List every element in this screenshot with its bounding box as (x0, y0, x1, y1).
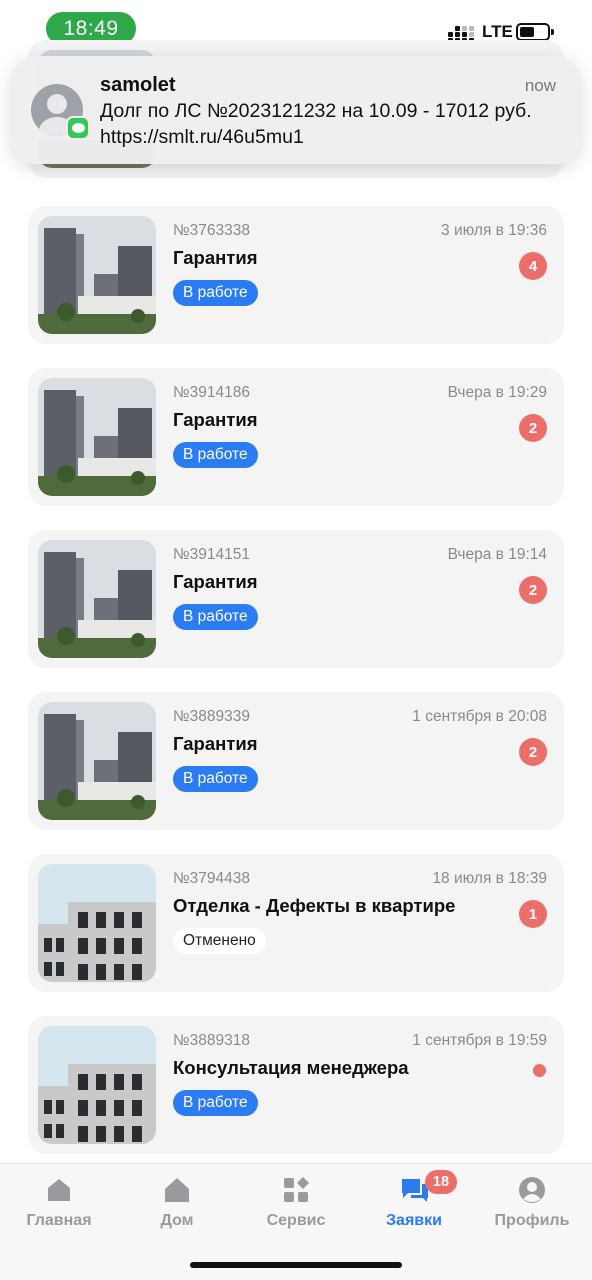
tab-label: Сервис (266, 1212, 326, 1229)
status-badge: Отменено (173, 928, 266, 954)
request-card[interactable]: №3889318 1 сентября в 19:59 Консультация м… (28, 1016, 564, 1154)
request-card[interactable]: №3914186 Вчера в 19:29 Гарантия В работе 2 (28, 368, 564, 506)
tab-house[interactable]: Дом (127, 1176, 227, 1230)
request-number: №3889339 (173, 708, 250, 725)
request-thumbnail (38, 378, 156, 496)
request-title: Гарантия (173, 409, 258, 430)
unread-count-badge: 2 (519, 738, 547, 766)
request-date: 1 сентября в 19:59 (412, 1032, 547, 1049)
unread-count-badge: 2 (519, 576, 547, 604)
unread-count-badge: 2 (519, 414, 547, 442)
status-badge: В работе (173, 604, 258, 630)
tab-profile[interactable]: Профиль (482, 1176, 582, 1230)
request-date: 18 июля в 18:39 (432, 870, 547, 887)
request-thumbnail (38, 864, 156, 982)
unread-count-badge: 4 (519, 252, 547, 280)
request-title: Консультация менеджера (173, 1057, 409, 1078)
request-date: 3 июля в 19:36 (441, 222, 547, 239)
request-title: Отделка - Дефекты в квартире (173, 895, 456, 916)
notification-message: Долг по ЛС №2023121232 на 10.09 - 17012 … (100, 100, 532, 148)
profile-icon (518, 1176, 546, 1204)
unread-dot (533, 1064, 546, 1077)
request-title: Гарантия (173, 247, 258, 268)
request-title: Гарантия (173, 733, 258, 754)
request-card[interactable]: №3889339 1 сентября в 20:08 Гарантия В рабо… (28, 692, 564, 830)
push-notification[interactable]: samolet now Долг по ЛС №2023121232 на 10… (12, 56, 580, 164)
home-indicator (190, 1262, 402, 1268)
tab-label: Главная (26, 1212, 92, 1229)
request-card[interactable]: №3763338 3 июля в 19:36 Гарантия В работе 4 (28, 206, 564, 344)
request-thumbnail (38, 216, 156, 334)
chat-icon (400, 1176, 428, 1204)
unread-count-badge: 1 (519, 900, 547, 928)
request-number: №3794438 (173, 870, 250, 887)
request-number: №3914186 (173, 384, 250, 401)
request-number: №3763338 (173, 222, 250, 239)
request-card[interactable]: №3794438 18 июля в 18:39 Отделка - Дефекты… (28, 854, 564, 992)
tab-label: Заявки (386, 1212, 442, 1229)
request-title: Гарантия (173, 571, 258, 592)
request-number: №3914151 (173, 546, 250, 563)
grid-icon (282, 1176, 310, 1204)
notification-time: now (524, 76, 556, 95)
tab-label: Дом (160, 1212, 194, 1229)
request-date: Вчера в 19:14 (447, 546, 547, 563)
network-type: LTE (482, 22, 513, 41)
battery-icon (516, 23, 554, 41)
messages-app-icon (66, 116, 90, 140)
request-date: 1 сентября в 20:08 (412, 708, 547, 725)
tab-home[interactable]: Главная (9, 1176, 109, 1230)
status-badge: В работе (173, 442, 258, 468)
request-number: №3889318 (173, 1032, 250, 1049)
request-card[interactable]: №3914151 Вчера в 19:14 Гарантия В работе 2 (28, 530, 564, 668)
tab-service[interactable]: Сервис (246, 1176, 346, 1230)
request-date: Вчера в 19:29 (447, 384, 547, 401)
status-badge: В работе (173, 280, 258, 306)
requests-count-badge: 18 (425, 1170, 457, 1194)
tab-label: Профиль (494, 1212, 570, 1229)
status-badge: В работе (173, 766, 258, 792)
house-icon (163, 1176, 191, 1204)
status-badge: В работе (173, 1090, 258, 1116)
request-thumbnail (38, 1026, 156, 1144)
home-icon (45, 1176, 73, 1204)
request-thumbnail (38, 540, 156, 658)
notification-sender: samolet (100, 74, 176, 96)
request-thumbnail (38, 702, 156, 820)
